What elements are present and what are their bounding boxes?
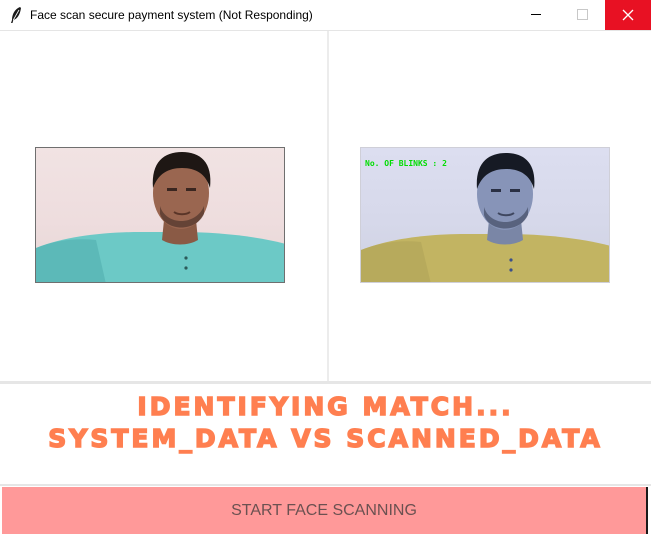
- maximize-button[interactable]: [559, 0, 605, 30]
- left-camera-panel: [0, 31, 327, 381]
- title-bar[interactable]: Face scan secure payment system (Not Res…: [0, 0, 651, 31]
- close-button[interactable]: [605, 0, 651, 30]
- close-icon: [622, 9, 634, 21]
- button-separator: [0, 484, 651, 486]
- window-title: Face scan secure payment system (Not Res…: [30, 8, 313, 22]
- processed-camera-feed: No. OF BLINKS : 2: [360, 147, 610, 283]
- person-photo-right: [361, 153, 609, 282]
- status-line-comparison: SYSTEM_DATA VS SCANNED_DATA: [48, 423, 603, 454]
- maximize-icon: [577, 9, 588, 20]
- minimize-button[interactable]: [513, 0, 559, 30]
- status-area: IDENTIFYING MATCH... SYSTEM_DATA VS SCAN…: [0, 384, 651, 484]
- blink-count-label: No. OF BLINKS : 2: [365, 159, 447, 168]
- feather-icon: [9, 6, 23, 24]
- camera-panels: No. OF BLINKS : 2: [0, 31, 651, 381]
- app-window: Face scan secure payment system (Not Res…: [0, 0, 651, 535]
- status-line-identifying: IDENTIFYING MATCH...: [137, 391, 514, 422]
- right-camera-panel: No. OF BLINKS : 2: [329, 31, 651, 381]
- person-photo-left: [36, 152, 284, 282]
- live-camera-feed: [35, 147, 285, 283]
- start-face-scanning-button[interactable]: START FACE SCANNING: [2, 487, 648, 534]
- minimize-icon: [531, 14, 541, 15]
